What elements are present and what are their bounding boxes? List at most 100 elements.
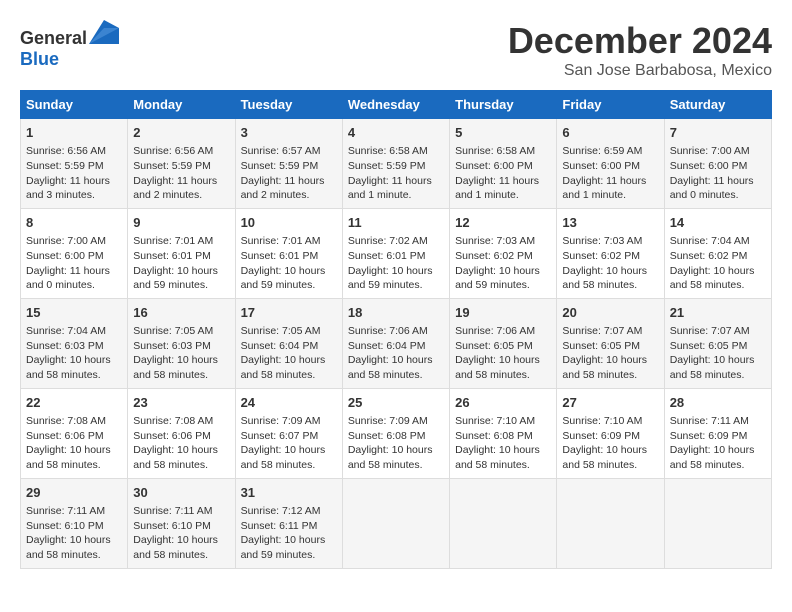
cell-text: Sunset: 5:59 PM: [26, 159, 122, 174]
day-number: 24: [241, 394, 337, 412]
day-number: 14: [670, 214, 766, 232]
calendar-cell: [557, 478, 664, 568]
cell-text: Daylight: 11 hours and 2 minutes.: [241, 174, 337, 203]
calendar-cell: 9Sunrise: 7:01 AMSunset: 6:01 PMDaylight…: [128, 208, 235, 298]
cell-text: Daylight: 10 hours and 58 minutes.: [26, 443, 122, 472]
calendar-cell: 5Sunrise: 6:58 AMSunset: 6:00 PMDaylight…: [450, 119, 557, 209]
cell-text: Daylight: 10 hours and 59 minutes.: [133, 264, 229, 293]
calendar-cell: 3Sunrise: 6:57 AMSunset: 5:59 PMDaylight…: [235, 119, 342, 209]
calendar-cell: 17 Sunrise: 7:05 AMSunset: 6:04 PMDayligh…: [235, 298, 342, 388]
day-number: 28: [670, 394, 766, 412]
col-sunday: Sunday: [21, 91, 128, 119]
col-friday: Friday: [557, 91, 664, 119]
cell-text: Sunrise: 7:05 AM: [241, 324, 337, 339]
day-number: 11: [348, 214, 444, 232]
day-number: 3: [241, 124, 337, 142]
day-number: 13: [562, 214, 658, 232]
calendar-cell: 4Sunrise: 6:58 AMSunset: 5:59 PMDaylight…: [342, 119, 449, 209]
cell-text: Sunrise: 7:09 AM: [241, 414, 337, 429]
calendar-cell: 23Sunrise: 7:08 AMSunset: 6:06 PMDayligh…: [128, 388, 235, 478]
day-number: 23: [133, 394, 229, 412]
cell-text: Sunrise: 6:58 AM: [455, 144, 551, 159]
cell-text: Sunset: 6:00 PM: [26, 249, 122, 264]
cell-text: Sunrise: 6:56 AM: [26, 144, 122, 159]
cell-text: Sunset: 6:08 PM: [455, 429, 551, 444]
col-monday: Monday: [128, 91, 235, 119]
cell-text: Sunrise: 7:11 AM: [133, 504, 229, 519]
calendar-cell: 25Sunrise: 7:09 AMSunset: 6:08 PMDayligh…: [342, 388, 449, 478]
col-thursday: Thursday: [450, 91, 557, 119]
cell-text: Sunset: 6:04 PM: [348, 339, 444, 354]
cell-text: Sunrise: 7:01 AM: [133, 234, 229, 249]
day-number: 19: [455, 304, 551, 322]
calendar-cell: 20Sunrise: 7:07 AMSunset: 6:05 PMDayligh…: [557, 298, 664, 388]
cell-text: Sunset: 6:02 PM: [562, 249, 658, 264]
cell-text: Sunrise: 6:59 AM: [562, 144, 658, 159]
day-number: 25: [348, 394, 444, 412]
calendar-cell: 13 Sunrise: 7:03 AMSunset: 6:02 PMDayligh…: [557, 208, 664, 298]
cell-text: Sunset: 5:59 PM: [348, 159, 444, 174]
calendar-cell: 31Sunrise: 7:12 AMSunset: 6:11 PMDayligh…: [235, 478, 342, 568]
cell-text: Sunrise: 7:07 AM: [562, 324, 658, 339]
cell-text: Sunrise: 7:01 AM: [241, 234, 337, 249]
calendar-row: 1Sunrise: 6:56 AMSunset: 5:59 PMDaylight…: [21, 119, 772, 209]
cell-text: Sunrise: 7:08 AM: [26, 414, 122, 429]
col-saturday: Saturday: [664, 91, 771, 119]
cell-text: Sunset: 5:59 PM: [241, 159, 337, 174]
day-number: 17: [241, 304, 337, 322]
day-number: 4: [348, 124, 444, 142]
cell-text: Sunrise: 7:03 AM: [562, 234, 658, 249]
calendar-row: 29Sunrise: 7:11 AMSunset: 6:10 PMDayligh…: [21, 478, 772, 568]
cell-text: Daylight: 11 hours and 1 minute.: [562, 174, 658, 203]
calendar-cell: [342, 478, 449, 568]
cell-text: Sunset: 6:06 PM: [26, 429, 122, 444]
calendar-cell: 28Sunrise: 7:11 AMSunset: 6:09 PMDayligh…: [664, 388, 771, 478]
day-number: 15: [26, 304, 122, 322]
cell-text: Daylight: 10 hours and 58 minutes.: [562, 264, 658, 293]
day-number: 9: [133, 214, 229, 232]
calendar-cell: 22 Sunrise: 7:08 AMSunset: 6:06 PMDayligh…: [21, 388, 128, 478]
cell-text: Sunset: 6:10 PM: [133, 519, 229, 534]
cell-text: Daylight: 10 hours and 58 minutes.: [133, 443, 229, 472]
day-number: 10: [241, 214, 337, 232]
calendar-cell: [664, 478, 771, 568]
cell-text: Sunrise: 7:05 AM: [133, 324, 229, 339]
cell-text: Daylight: 10 hours and 58 minutes.: [670, 443, 766, 472]
cell-text: Sunset: 6:01 PM: [348, 249, 444, 264]
day-number: 29: [26, 484, 122, 502]
cell-text: Sunset: 6:04 PM: [241, 339, 337, 354]
cell-text: Sunset: 6:03 PM: [26, 339, 122, 354]
calendar-cell: 27Sunrise: 7:10 AMSunset: 6:09 PMDayligh…: [557, 388, 664, 478]
cell-text: Sunset: 6:05 PM: [455, 339, 551, 354]
cell-text: Sunset: 6:03 PM: [133, 339, 229, 354]
cell-text: Daylight: 10 hours and 58 minutes.: [348, 443, 444, 472]
day-number: 20: [562, 304, 658, 322]
calendar-cell: 2Sunrise: 6:56 AMSunset: 5:59 PMDaylight…: [128, 119, 235, 209]
cell-text: Sunset: 6:00 PM: [455, 159, 551, 174]
cell-text: Daylight: 11 hours and 2 minutes.: [133, 174, 229, 203]
cell-text: Sunset: 6:09 PM: [562, 429, 658, 444]
cell-text: Daylight: 10 hours and 58 minutes.: [562, 443, 658, 472]
cell-text: Sunrise: 7:11 AM: [26, 504, 122, 519]
cell-text: Daylight: 10 hours and 58 minutes.: [133, 533, 229, 562]
cell-text: Daylight: 10 hours and 58 minutes.: [455, 353, 551, 382]
title-area: December 2024 San Jose Barbabosa, Mexico: [508, 20, 772, 80]
logo-blue: Blue: [20, 49, 59, 69]
day-number: 6: [562, 124, 658, 142]
calendar-cell: 19Sunrise: 7:06 AMSunset: 6:05 PMDayligh…: [450, 298, 557, 388]
calendar-row: 15Sunrise: 7:04 AMSunset: 6:03 PMDayligh…: [21, 298, 772, 388]
calendar-table: Sunday Monday Tuesday Wednesday Thursday…: [20, 90, 772, 569]
calendar-cell: 7Sunrise: 7:00 AMSunset: 6:00 PMDaylight…: [664, 119, 771, 209]
cell-text: Sunset: 6:02 PM: [670, 249, 766, 264]
cell-text: Sunset: 6:02 PM: [455, 249, 551, 264]
cell-text: Sunrise: 7:09 AM: [348, 414, 444, 429]
logo-icon: [89, 20, 119, 44]
cell-text: Sunset: 6:05 PM: [562, 339, 658, 354]
cell-text: Sunrise: 7:10 AM: [455, 414, 551, 429]
cell-text: Daylight: 10 hours and 59 minutes.: [241, 264, 337, 293]
calendar-row: 8Sunrise: 7:00 AMSunset: 6:00 PMDaylight…: [21, 208, 772, 298]
cell-text: Daylight: 10 hours and 58 minutes.: [241, 353, 337, 382]
day-number: 22: [26, 394, 122, 412]
cell-text: Sunset: 6:10 PM: [26, 519, 122, 534]
cell-text: Daylight: 10 hours and 59 minutes.: [455, 264, 551, 293]
